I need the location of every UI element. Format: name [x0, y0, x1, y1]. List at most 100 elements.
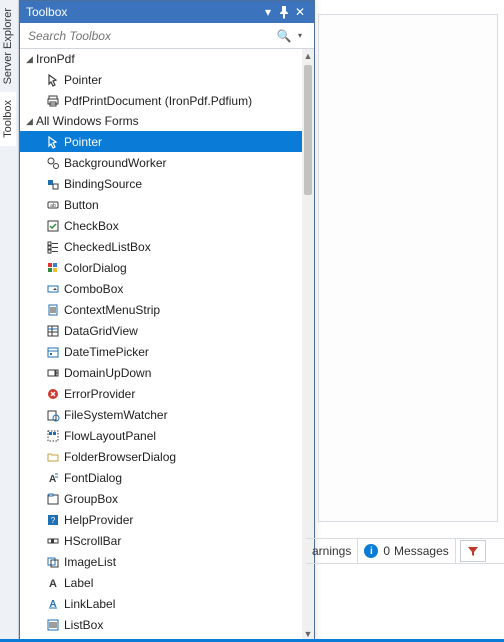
flow-icon: [42, 429, 64, 443]
toolbox-item-label: PdfPrintDocument (IronPdf.Pdfium): [64, 94, 252, 108]
toolbox-item[interactable]: Pointer: [20, 131, 302, 152]
toolbox-item-label: BackgroundWorker: [64, 156, 167, 170]
side-tab-strip: Server Explorer Toolbox: [0, 0, 19, 642]
toolbox-item[interactable]: PdfPrintDocument (IronPdf.Pdfium): [20, 90, 302, 111]
checkbox-icon: [42, 219, 64, 233]
toolbox-item[interactable]: ErrorProvider: [20, 383, 302, 404]
scroll-up-icon[interactable]: ▲: [302, 49, 314, 63]
scroll-thumb[interactable]: [304, 65, 312, 195]
search-icon[interactable]: 🔍: [276, 29, 292, 43]
info-icon: i: [364, 544, 378, 558]
pointer-icon: [42, 135, 64, 149]
checkedlist-icon: [42, 240, 64, 254]
toolbox-item-label: ImageList: [64, 555, 116, 569]
context-icon: [42, 303, 64, 317]
toolbox-item-label: FontDialog: [64, 471, 122, 485]
messages-label: Messages: [394, 544, 449, 558]
toolbox-item-label: ErrorProvider: [64, 387, 135, 401]
panel-title: Toolbox: [26, 5, 260, 19]
filter-button[interactable]: [460, 540, 486, 562]
toolbox-item[interactable]: FolderBrowserDialog: [20, 446, 302, 467]
button-icon: ab: [42, 198, 64, 212]
toolbox-item[interactable]: HScrollBar: [20, 530, 302, 551]
toolbox-item[interactable]: ContextMenuStrip: [20, 299, 302, 320]
toolbox-item[interactable]: DateTimePicker: [20, 341, 302, 362]
toolbox-tree: ◢IronPdfPointerPdfPrintDocument (IronPdf…: [20, 49, 314, 641]
toolbox-item-label: FileSystemWatcher: [64, 408, 168, 422]
toolbox-item[interactable]: ALinkLabel: [20, 593, 302, 614]
toolbox-item-label: Pointer: [64, 73, 102, 87]
toolbox-item[interactable]: Pointer: [20, 69, 302, 90]
toolbox-item-label: LinkLabel: [64, 597, 115, 611]
messages-chunk[interactable]: i 0 Messages: [358, 539, 455, 563]
dropdown-icon[interactable]: ▾: [260, 4, 276, 20]
vtab-toolbox[interactable]: Toolbox: [0, 92, 16, 146]
toolbox-item-label: Label: [64, 576, 93, 590]
toolbox-item-label: DataGridView: [64, 324, 138, 338]
grid-icon: [42, 324, 64, 338]
toolbox-item[interactable]: ?HelpProvider: [20, 509, 302, 530]
pin-icon[interactable]: [276, 4, 292, 20]
toolbox-item-label: Pointer: [64, 135, 102, 149]
svg-text:A: A: [49, 578, 57, 590]
toolbox-item-label: ContextMenuStrip: [64, 303, 160, 317]
toolbox-item[interactable]: A Label: [20, 572, 302, 593]
category-label: All Windows Forms: [36, 114, 139, 128]
search-dropdown-icon[interactable]: ▾: [292, 31, 308, 40]
toolbox-item-label: BindingSource: [64, 177, 142, 191]
toolbox-item-label: CheckedListBox: [64, 240, 151, 254]
toolbox-item-label: FolderBrowserDialog: [64, 450, 176, 464]
titlebar: Toolbox ▾ ✕: [20, 1, 314, 23]
messages-count: 0: [383, 544, 390, 558]
imagelist-icon: [42, 555, 64, 569]
toolbox-item[interactable]: FileSystemWatcher: [20, 404, 302, 425]
warnings-chunk[interactable]: arnings: [306, 539, 358, 563]
toolbox-item-label: HelpProvider: [64, 513, 133, 527]
search-input[interactable]: [26, 28, 276, 44]
warnings-label: arnings: [312, 544, 351, 558]
fswatch-icon: [42, 408, 64, 422]
toolbox-item[interactable]: ComboBox: [20, 278, 302, 299]
toolbox-item[interactable]: ColorDialog: [20, 257, 302, 278]
toolbox-item[interactable]: CheckedListBox: [20, 236, 302, 257]
linklabel-icon: A: [42, 597, 64, 611]
folder-icon: [42, 450, 64, 464]
domainud-icon: [42, 366, 64, 380]
expand-icon: ◢: [26, 116, 36, 127]
datetime-icon: [42, 345, 64, 359]
toolbox-item[interactable]: ListBox: [20, 614, 302, 635]
toolbox-item[interactable]: AFontDialog: [20, 467, 302, 488]
fontdlg-icon: A: [42, 471, 64, 485]
category-header[interactable]: ◢All Windows Forms: [20, 111, 302, 131]
toolbox-item[interactable]: abButton: [20, 194, 302, 215]
toolbox-item[interactable]: DomainUpDown: [20, 362, 302, 383]
toolbox-item-label: ColorDialog: [64, 261, 127, 275]
expand-icon: ◢: [26, 54, 36, 65]
status-bar: arnings i 0 Messages: [306, 538, 504, 564]
toolbox-item[interactable]: DataGridView: [20, 320, 302, 341]
help-icon: ?: [42, 513, 64, 527]
toolbox-panel: Toolbox ▾ ✕ 🔍 ▾ ◢IronPdfPointerPdfPrintD…: [19, 0, 315, 642]
vtab-server-explorer[interactable]: Server Explorer: [0, 0, 16, 92]
toolbox-item[interactable]: BackgroundWorker: [20, 152, 302, 173]
toolbox-item[interactable]: BindingSource: [20, 173, 302, 194]
toolbox-item[interactable]: ImageList: [20, 551, 302, 572]
category-label: IronPdf: [36, 52, 75, 66]
search-row: 🔍 ▾: [20, 23, 314, 49]
combo-icon: [42, 282, 64, 296]
hscroll-icon: [42, 534, 64, 548]
toolbox-item-label: CheckBox: [64, 219, 119, 233]
close-icon[interactable]: ✕: [292, 4, 308, 20]
toolbox-item[interactable]: CheckBox: [20, 215, 302, 236]
toolbox-item[interactable]: GroupBox: [20, 488, 302, 509]
error-icon: [42, 387, 64, 401]
toolbox-item-label: HScrollBar: [64, 534, 121, 548]
listbox-icon: [42, 618, 64, 632]
toolbox-item[interactable]: FlowLayoutPanel: [20, 425, 302, 446]
toolbox-item-label: FlowLayoutPanel: [64, 429, 156, 443]
toolbox-item-label: ListBox: [64, 618, 103, 632]
category-header[interactable]: ◢IronPdf: [20, 49, 302, 69]
gears-icon: [42, 156, 64, 170]
bindsrc-icon: [42, 177, 64, 191]
svg-text:ab: ab: [50, 203, 56, 209]
